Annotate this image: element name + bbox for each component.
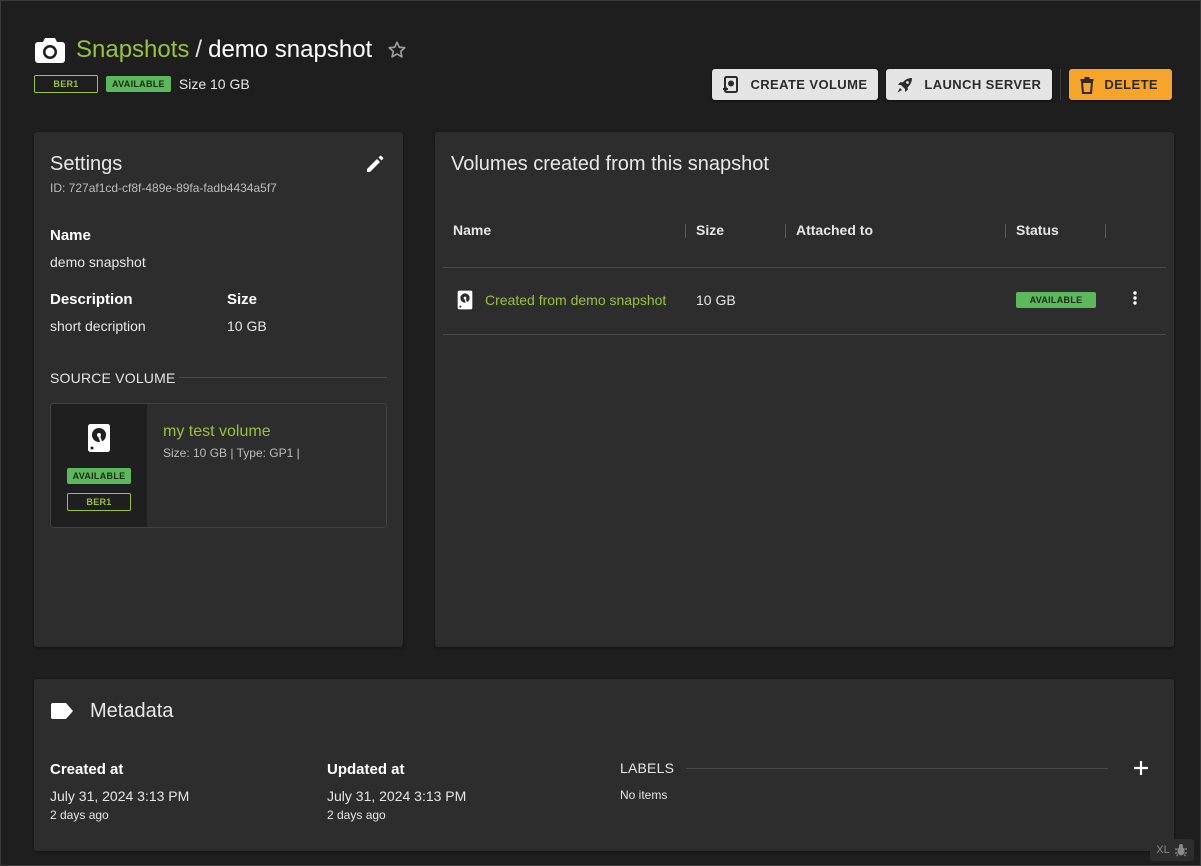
name-value: demo snapshot — [50, 254, 146, 270]
camera-icon — [35, 38, 65, 63]
delete-button[interactable]: DELETE — [1069, 69, 1172, 100]
more-vertical-icon[interactable] — [1133, 290, 1137, 306]
launch-server-label: LAUNCH SERVER — [924, 77, 1042, 92]
volume-status-badge: AVAILABLE — [1016, 292, 1096, 308]
page-title: Snapshots / demo snapshot — [76, 36, 372, 64]
size-label: Size — [227, 291, 258, 308]
pencil-icon[interactable] — [365, 154, 385, 174]
trash-icon — [1080, 76, 1094, 94]
section-divider — [179, 377, 387, 378]
snapshot-size: Size 10 GB — [178, 76, 250, 92]
breadcrumb-snapshots[interactable]: Snapshots — [76, 36, 189, 63]
settings-card: Settings ID: 727af1cd-cf8f-489e-89fa-fad… — [34, 132, 403, 647]
column-header-attached-to[interactable]: Attached to — [796, 222, 873, 238]
action-bar: CREATE VOLUME LAUNCH SERVER DELETE — [704, 69, 1172, 100]
debug-badge[interactable]: XL — [1150, 839, 1194, 861]
table-row[interactable]: Created from demo snapshot 10 GB AVAILAB… — [443, 268, 1166, 335]
column-header-status[interactable]: Status — [1016, 222, 1059, 238]
star-outline-icon[interactable] — [386, 39, 408, 61]
column-separator — [785, 224, 786, 238]
volumes-table-header: Name Size Attached to Status — [443, 216, 1166, 268]
source-volume-info: Size: 10 GB | Type: GP1 | — [163, 446, 300, 460]
create-volume-label: CREATE VOLUME — [750, 77, 868, 92]
delete-label: DELETE — [1104, 77, 1158, 92]
volumes-card: Volumes created from this snapshot Name … — [435, 132, 1174, 647]
source-volume-link[interactable]: my test volume — [163, 423, 271, 441]
volume-size: 10 GB — [696, 292, 736, 308]
launch-server-button[interactable]: LAUNCH SERVER — [886, 69, 1053, 100]
metadata-card: Metadata Created at July 31, 2024 3:13 P… — [34, 679, 1174, 851]
size-value: 10 GB — [227, 318, 267, 334]
labels-title: LABELS — [620, 760, 675, 776]
plus-icon[interactable] — [1132, 759, 1150, 777]
updated-at-relative: 2 days ago — [327, 808, 386, 822]
updated-at-label: Updated at — [327, 761, 405, 778]
created-at-label: Created at — [50, 761, 124, 778]
tag-icon — [51, 703, 73, 719]
column-header-size[interactable]: Size — [696, 222, 724, 238]
column-header-name[interactable]: Name — [453, 222, 491, 238]
labels-divider — [686, 768, 1108, 769]
snapshot-name: demo snapshot — [208, 36, 373, 63]
create-volume-icon — [723, 75, 739, 93]
source-volume-title: SOURCE VOLUME — [50, 370, 176, 386]
column-separator — [1105, 224, 1106, 238]
source-volume-card[interactable]: AVAILABLE BER1 my test volume Size: 10 G… — [50, 403, 387, 528]
name-label: Name — [50, 227, 91, 244]
hard-disk-icon — [88, 424, 110, 452]
source-volume-region-badge: BER1 — [67, 493, 131, 511]
created-at-value: July 31, 2024 3:13 PM — [50, 788, 190, 804]
snapshot-id: ID: 727af1cd-cf8f-489e-89fa-fadb4434a5f7 — [50, 181, 277, 195]
volume-name-link[interactable]: Created from demo snapshot — [485, 292, 666, 308]
volumes-title: Volumes created from this snapshot — [451, 153, 769, 175]
column-separator — [1005, 224, 1006, 238]
status-badge: AVAILABLE — [106, 76, 171, 92]
action-divider — [1060, 69, 1062, 100]
metadata-title: Metadata — [90, 700, 174, 722]
source-volume-badge-panel: AVAILABLE BER1 — [51, 404, 147, 527]
hard-disk-icon — [457, 290, 473, 310]
bug-icon — [1174, 844, 1187, 857]
title-row: Snapshots / demo snapshot — [34, 33, 1172, 67]
created-at-relative: 2 days ago — [50, 808, 109, 822]
labels-empty-text: No items — [620, 788, 668, 802]
column-separator — [685, 224, 686, 238]
settings-title: Settings — [50, 153, 123, 175]
description-value: short decription — [50, 318, 146, 334]
description-label: Description — [50, 291, 133, 308]
source-volume-status-badge: AVAILABLE — [67, 468, 131, 484]
breakpoint-label: XL — [1156, 844, 1170, 856]
updated-at-value: July 31, 2024 3:13 PM — [327, 788, 467, 804]
region-badge: BER1 — [34, 75, 98, 93]
create-volume-button[interactable]: CREATE VOLUME — [712, 69, 879, 100]
breadcrumb-separator: / — [195, 36, 203, 63]
rocket-icon — [897, 77, 913, 92]
